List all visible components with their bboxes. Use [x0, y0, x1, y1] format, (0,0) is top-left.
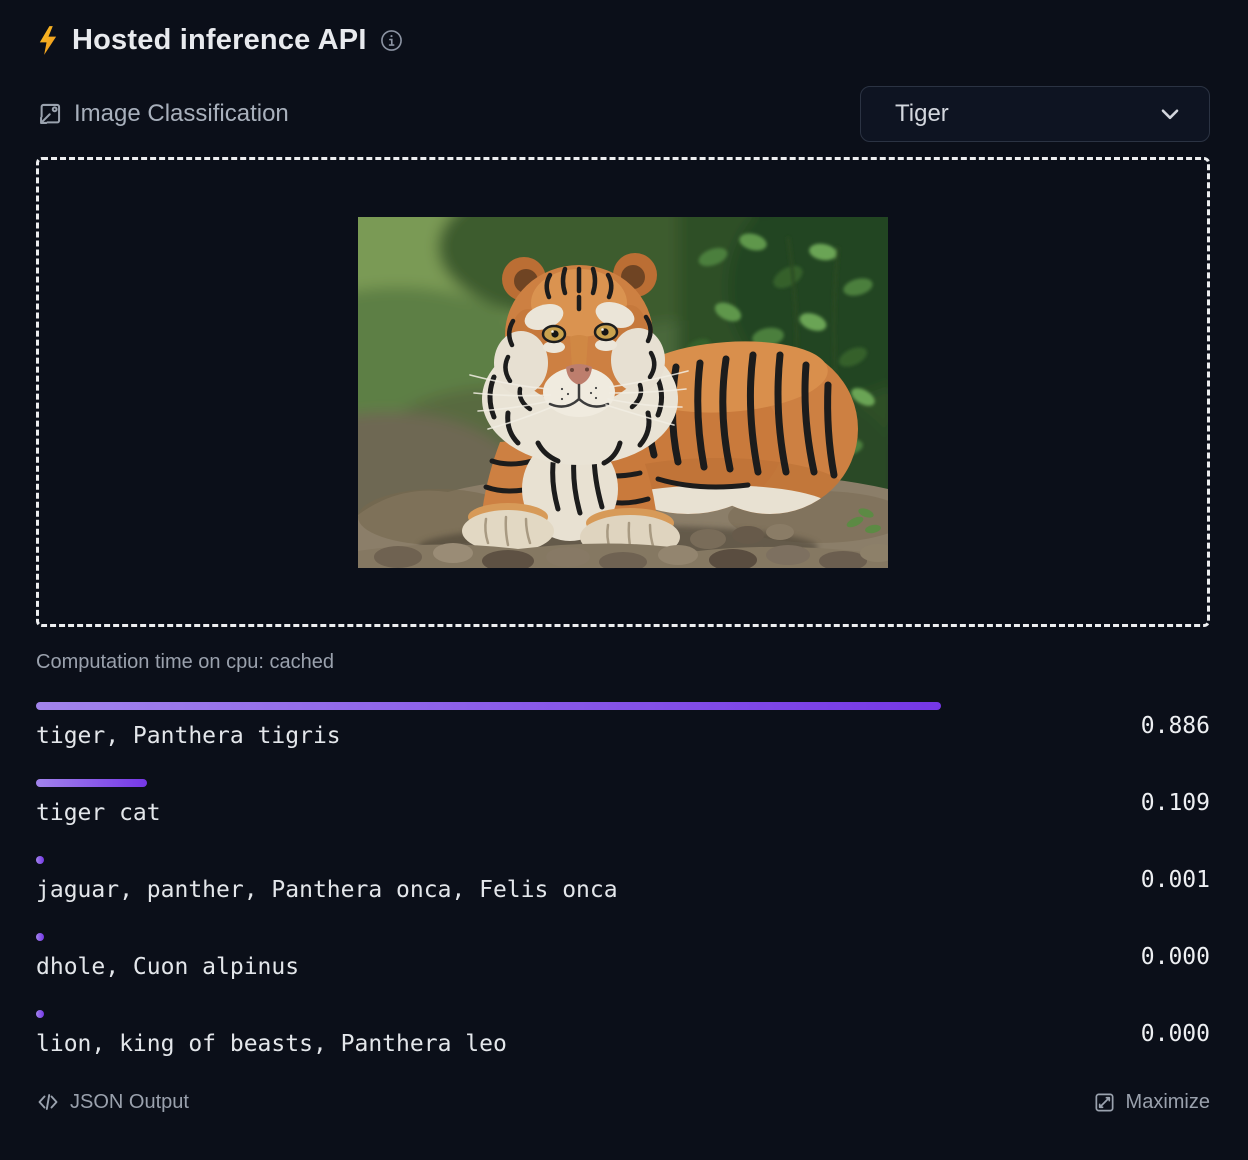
result-score: 0.000 [1120, 944, 1210, 970]
result-label: tiger cat [36, 800, 1058, 827]
hosted-inference-widget: Hosted inference API Image Classificatio… [0, 0, 1248, 1114]
result-score: 0.000 [1120, 1021, 1210, 1047]
page-title: Hosted inference API [72, 24, 367, 57]
score-bar [36, 702, 941, 710]
result-row: dhole, Cuon alpinus 0.000 [36, 933, 1210, 981]
task-row: Image Classification Tiger [36, 86, 1210, 142]
score-bar [36, 779, 147, 787]
json-output-label: JSON Output [70, 1091, 189, 1114]
computation-time: Computation time on cpu: cached [36, 651, 1210, 674]
score-bar [36, 933, 44, 941]
widget-footer: JSON Output Maximize [36, 1090, 1210, 1114]
example-dropdown[interactable]: Tiger [860, 86, 1210, 142]
example-dropdown-value: Tiger [895, 100, 949, 128]
result-score: 0.109 [1120, 790, 1210, 816]
maximize-button[interactable]: Maximize [1093, 1091, 1210, 1114]
widget-header: Hosted inference API [36, 20, 1210, 60]
result-score: 0.886 [1120, 713, 1210, 739]
result-row: tiger, Panthera tigris 0.886 [36, 702, 1210, 750]
maximize-label: Maximize [1126, 1091, 1210, 1114]
maximize-icon [1093, 1091, 1116, 1114]
result-label: lion, king of beasts, Panthera leo [36, 1031, 1058, 1058]
chevron-down-icon [1157, 101, 1183, 127]
result-label: dhole, Cuon alpinus [36, 954, 1058, 981]
score-bar [36, 1010, 44, 1018]
image-classification-icon [36, 101, 63, 128]
result-label: tiger, Panthera tigris [36, 723, 1058, 750]
result-row: tiger cat 0.109 [36, 779, 1210, 827]
classified-image [358, 217, 888, 568]
task-pill: Image Classification [36, 100, 289, 128]
code-icon [36, 1090, 60, 1114]
tiger-image [358, 217, 888, 568]
score-bar [36, 856, 44, 864]
classification-results: tiger, Panthera tigris 0.886 tiger cat 0… [36, 702, 1210, 1058]
image-dropzone[interactable] [36, 157, 1210, 627]
result-label: jaguar, panther, Panthera onca, Felis on… [36, 877, 1058, 904]
result-row: jaguar, panther, Panthera onca, Felis on… [36, 856, 1210, 904]
result-score: 0.001 [1120, 867, 1210, 893]
lightning-bolt-icon [36, 25, 59, 56]
result-row: lion, king of beasts, Panthera leo 0.000 [36, 1010, 1210, 1058]
task-label: Image Classification [74, 100, 289, 128]
json-output-button[interactable]: JSON Output [36, 1090, 189, 1114]
info-circle-icon[interactable] [380, 29, 403, 52]
